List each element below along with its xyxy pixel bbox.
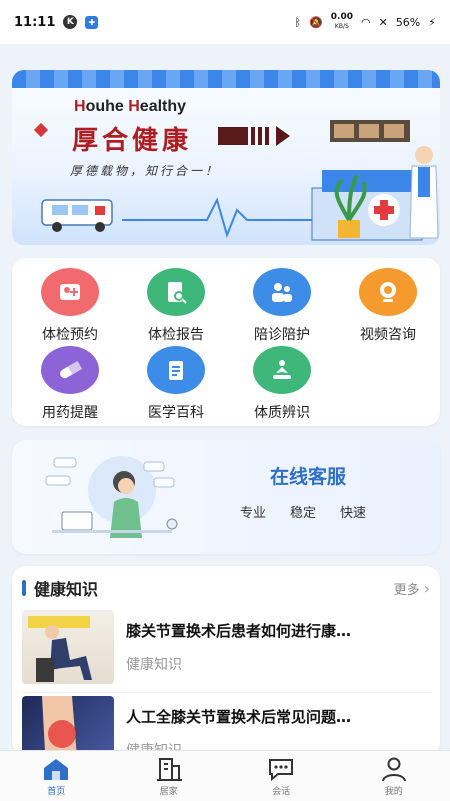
tab-label: 我的 — [385, 784, 403, 797]
service-tag: 快速 — [340, 502, 366, 521]
bottom-tab-bar: 首页 居家 会话 我的 — [0, 750, 450, 801]
network-speed-value: 0.00 — [331, 13, 353, 22]
divider — [22, 692, 432, 693]
user-icon — [379, 756, 409, 782]
app-notification-icon: ✚ — [85, 16, 98, 29]
service-medical-encyclopedia[interactable]: 医学百科 — [124, 346, 228, 422]
service-tag: 稳定 — [290, 502, 316, 521]
chevron-right-icon: › — [424, 579, 430, 598]
report-search-icon — [147, 268, 205, 316]
service-video-consult[interactable]: 视频咨询 — [336, 268, 440, 344]
customer-service-illustration — [42, 450, 192, 545]
online-service-title: 在线客服 — [270, 462, 346, 489]
battery-level: 56% — [396, 16, 420, 29]
service-label: 医学百科 — [124, 402, 228, 422]
tab-label: 居家 — [160, 784, 178, 797]
article-item[interactable]: 人工全膝关节置换术后常见问题… 健康知识 — [22, 696, 432, 756]
tab-chat[interactable]: 会话 — [225, 751, 338, 801]
status-time: 11:11 — [14, 15, 55, 30]
ambulance-icon — [42, 200, 112, 232]
tab-home-care[interactable]: 居家 — [113, 751, 226, 801]
no-signal-icon: ✕ — [379, 16, 388, 29]
network-speed: 0.00 KB/S — [331, 13, 353, 31]
mute-icon: 🔕 — [309, 16, 323, 29]
service-medication-reminder[interactable]: 用药提醒 — [18, 346, 122, 422]
doctor-icon — [410, 146, 438, 238]
service-checkup-report[interactable]: 体检报告 — [124, 268, 228, 344]
home-icon — [41, 756, 71, 782]
service-label: 体检报告 — [124, 324, 228, 344]
article-thumbnail — [22, 696, 114, 756]
network-speed-unit: KB/S — [335, 22, 349, 31]
hospital-building-icon — [312, 170, 422, 240]
charging-icon: ⚡ — [428, 16, 436, 29]
tab-label: 会话 — [272, 784, 290, 797]
banner-illustration — [12, 70, 440, 245]
service-checkup-booking[interactable]: 体检预约 — [18, 268, 122, 344]
article-title: 人工全膝关节置换术后常见问题… — [126, 706, 426, 727]
k-badge-icon: K — [63, 15, 77, 29]
service-tag: 专业 — [240, 502, 266, 521]
tab-home[interactable]: 首页 — [0, 751, 113, 801]
building-icon — [154, 756, 184, 782]
services-panel: 体检预约 体检报告 陪诊陪护 视频咨询 用药提醒 医学百科 体质辨识 — [12, 258, 440, 426]
service-constitution[interactable]: 体质辨识 — [230, 346, 334, 422]
more-label: 更多 — [394, 579, 420, 598]
meditation-icon — [253, 346, 311, 394]
tab-label: 首页 — [47, 784, 65, 797]
heartbeat-line — [122, 200, 342, 235]
article-category: 健康知识 — [126, 654, 182, 674]
service-label: 陪诊陪护 — [230, 324, 334, 344]
online-service-tags: 专业 稳定 快速 — [240, 502, 366, 521]
status-bar: 11:11 K ✚ ᛒ 🔕 0.00 KB/S ◠ ✕ 56% ⚡ — [0, 0, 450, 44]
status-left: 11:11 K ✚ — [14, 15, 98, 30]
video-camera-icon — [359, 268, 417, 316]
hospital-sign-icon — [330, 120, 410, 142]
service-label: 体质辨识 — [230, 402, 334, 422]
service-label: 视频咨询 — [336, 324, 440, 344]
article-thumbnail — [22, 610, 114, 684]
service-companion[interactable]: 陪诊陪护 — [230, 268, 334, 344]
wifi-icon: ◠ — [361, 16, 371, 29]
clipboard-icon — [147, 346, 205, 394]
companion-icon — [253, 268, 311, 316]
more-link[interactable]: 更多 › — [394, 579, 430, 598]
status-right: ᛒ 🔕 0.00 KB/S ◠ ✕ 56% ⚡ — [294, 13, 436, 31]
service-label: 体检预约 — [18, 324, 122, 344]
knowledge-title: 健康知识 — [22, 576, 98, 600]
bluetooth-icon: ᛒ — [294, 16, 301, 29]
online-service-card[interactable]: 在线客服 专业 稳定 快速 — [12, 440, 440, 554]
hero-banner[interactable]: Houhe Healthy 厚合健康 厚德载物，知行合一！ — [12, 70, 440, 245]
service-label: 用药提醒 — [18, 402, 122, 422]
tab-mine[interactable]: 我的 — [338, 751, 450, 801]
chat-icon — [266, 756, 296, 782]
knowledge-header: 健康知识 更多 › — [22, 574, 430, 602]
health-knowledge-section: 健康知识 更多 › 膝关节置换术后患者如何进行康… 健康知识 人工全膝关节置换术… — [12, 566, 440, 756]
clinic-user-icon — [41, 268, 99, 316]
article-item[interactable]: 膝关节置换术后患者如何进行康… 健康知识 — [22, 610, 432, 692]
article-title: 膝关节置换术后患者如何进行康… — [126, 620, 426, 641]
pill-icon — [41, 346, 99, 394]
